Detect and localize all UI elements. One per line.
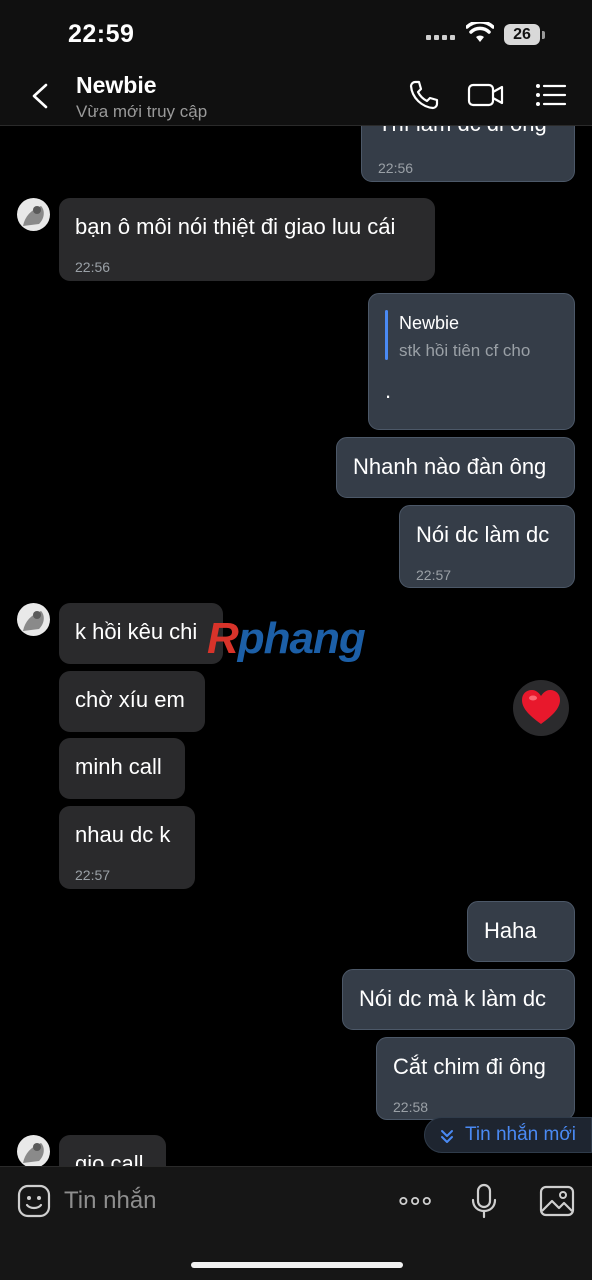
battery-tip [542,31,545,39]
contact-status: Vừa mới truy cập [76,102,208,121]
message-text: Nhanh nào đàn ông [353,454,547,479]
back-icon[interactable] [20,78,60,114]
quote-text: stk hồi tiên cf cho [399,341,531,360]
battery-indicator: 26 [504,24,540,45]
contact-name[interactable]: Newbie [76,72,157,99]
message-text: Nói dc mà k làm dc [359,986,547,1011]
cellular-signal-icon [426,32,456,44]
message-time: 22:57 [75,867,111,883]
message-input[interactable]: Tin nhắn [64,1181,364,1221]
heart-reaction[interactable] [513,680,569,736]
quote-bar [385,310,388,360]
avatar[interactable] [17,1135,50,1166]
message-text: Thì làm dc đi ông [378,126,547,137]
message-text: gio call [75,1151,144,1166]
message-bubble-incoming[interactable]: minh call [59,738,185,799]
message-text: chờ xíu em [75,687,185,712]
new-messages-label: Tin nhắn mới [465,1124,577,1145]
message-text: . [385,378,392,403]
message-bubble-outgoing[interactable]: Cắt chim đi ông 22:58 [376,1037,575,1120]
message-text: bạn ô môi nói thiệt đi giao luu cái [75,214,396,239]
message-text: Cắt chim đi ông [393,1054,546,1079]
message-bubble-reply[interactable]: Newbie stk hồi tiên cf cho . [368,293,575,430]
message-list[interactable]: Thì làm dc đi ông 22:56 bạn ô môi nói th… [0,126,592,1166]
video-call-icon[interactable] [466,78,506,112]
message-bubble-outgoing[interactable]: Nhanh nào đàn ông [336,437,575,498]
home-indicator[interactable] [191,1262,403,1268]
message-text: minh call [75,754,162,779]
avatar[interactable] [17,198,50,231]
message-text: Nói dc làm dc [416,522,550,547]
message-bubble-incoming[interactable]: chờ xíu em [59,671,205,732]
message-bubble-incoming[interactable]: k hồi kêu chi [59,603,223,664]
status-time: 22:59 [68,20,135,48]
message-time: 22:58 [393,1099,429,1115]
more-icon[interactable] [398,1183,434,1219]
avatar[interactable] [17,603,50,636]
watermark-logo: Rphang [207,614,366,663]
message-time: 22:56 [378,160,414,176]
image-icon[interactable] [539,1183,575,1219]
message-bubble-outgoing[interactable]: Haha [467,901,575,962]
status-bar: 22:59 26 [0,0,592,66]
new-messages-button[interactable]: Tin nhắn mới [424,1117,592,1153]
quote-author: Newbie [399,313,460,333]
sticker-icon[interactable] [16,1183,52,1219]
menu-list-icon[interactable] [532,78,572,112]
message-bubble-incoming[interactable]: nhau dc k 22:57 [59,806,195,889]
message-bubble-outgoing[interactable]: Nói dc mà k làm dc [342,969,575,1030]
message-bubble-incoming[interactable]: bạn ô môi nói thiệt đi giao luu cái 22:5… [59,198,435,281]
message-bubble-outgoing[interactable]: Thì làm dc đi ông 22:56 [361,126,575,182]
message-text: k hồi kêu chi [75,619,198,644]
message-bubble-incoming[interactable]: gio call [59,1135,166,1166]
message-text: Haha [484,918,537,943]
microphone-icon[interactable] [466,1183,502,1219]
message-bubble-outgoing[interactable]: Nói dc làm dc 22:57 [399,505,575,588]
chat-header: Newbie Vừa mới truy cập [0,66,592,126]
message-text: nhau dc k [75,822,171,847]
wifi-icon [466,22,494,42]
phone-icon[interactable] [404,78,444,112]
message-time: 22:56 [75,259,111,275]
message-time: 22:57 [416,567,452,583]
chevron-double-down-icon [441,1130,453,1143]
heart-icon [522,690,560,724]
